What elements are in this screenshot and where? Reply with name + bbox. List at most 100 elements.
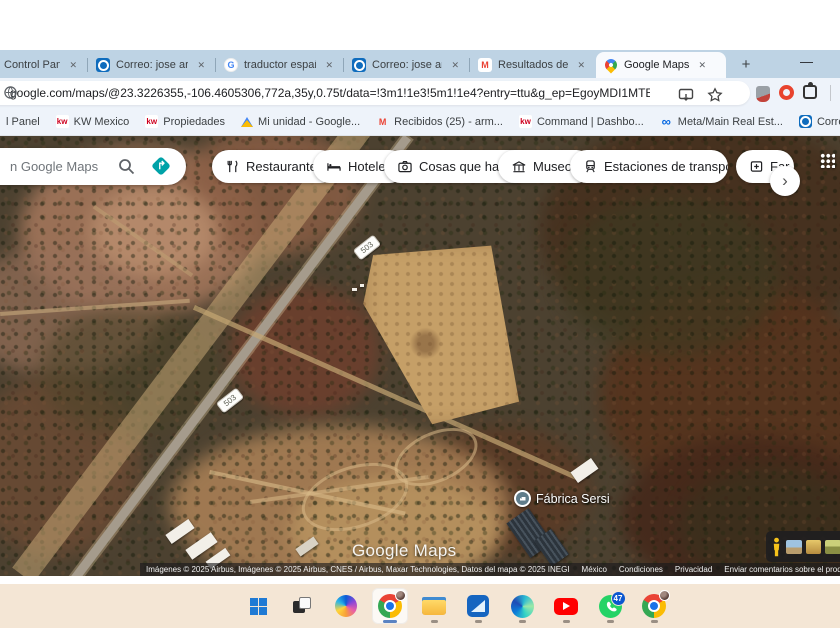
tab-close-icon[interactable]: ✕	[695, 58, 709, 73]
task-view-button[interactable]	[284, 588, 320, 624]
tab-correo-2[interactable]: Correo: jose armand ✕	[343, 52, 470, 78]
tab-title: Resultados de búsq	[498, 59, 569, 71]
link-privacidad[interactable]: Privacidad	[675, 565, 712, 574]
tab-close-icon[interactable]: ✕	[322, 58, 336, 73]
poi-label: Fábrica Sersi	[536, 491, 610, 506]
imagery-thumbnail-tray[interactable]	[766, 531, 840, 562]
youtube-icon	[554, 597, 578, 615]
site-info-icon[interactable]	[4, 86, 17, 99]
bookmark-star-icon[interactable]	[707, 87, 723, 103]
bookmark-label: Command | Dashbo...	[536, 115, 644, 128]
google-maps-pin-icon	[602, 56, 620, 74]
bookmark-label: KW Mexico	[73, 115, 130, 128]
vehicle	[352, 288, 357, 291]
bookmark-command-dashboard[interactable]: kw Command | Dashbo...	[518, 115, 644, 128]
extensions-puzzle-icon[interactable]	[803, 82, 817, 99]
google-apps-grid-icon[interactable]	[820, 153, 835, 168]
tab-title: Correo: jose armand	[116, 59, 189, 71]
windows-taskbar: 47 ^ ⟳	[0, 584, 840, 628]
camera-icon	[398, 161, 412, 173]
adblock-extension-icon[interactable]	[779, 85, 794, 100]
link-mexico[interactable]: México	[582, 565, 607, 574]
file-explorer-icon	[422, 596, 446, 616]
blue-app-button[interactable]	[460, 588, 496, 624]
google-drive-icon	[241, 116, 254, 127]
link-enviar-comentarios[interactable]: Enviar comentarios sobre el producto	[724, 565, 840, 574]
address-bar[interactable]: google.com/maps/@23.3226355,-106.4605306…	[0, 81, 750, 105]
copilot-button[interactable]	[328, 588, 364, 624]
bookmark-label: Correo - armandogt...	[816, 115, 840, 128]
bookmark-label: l Panel	[6, 115, 40, 128]
window-minimize-button[interactable]: —	[800, 54, 813, 69]
tab-correo-1[interactable]: Correo: jose armand ✕	[87, 52, 216, 78]
bookmark-gmail-inbox[interactable]: M Recibidos (25) - arm...	[376, 115, 503, 128]
screenshot-root: Control Panel ✕ Correo: jose armand ✕ G …	[0, 0, 840, 630]
file-explorer-button[interactable]	[416, 588, 452, 624]
start-button[interactable]	[240, 588, 276, 624]
pharmacy-icon	[750, 161, 763, 172]
windows-logo-icon	[249, 597, 267, 615]
photo-thumbnail[interactable]	[825, 539, 840, 554]
bookmark-control-panel[interactable]: l Panel	[6, 116, 40, 128]
new-tab-button[interactable]: +	[734, 52, 758, 76]
tab-traductor[interactable]: G traductor español i ✕	[215, 52, 344, 78]
pegman-icon[interactable]	[771, 536, 782, 558]
bookmark-label: Mi unidad - Google...	[258, 115, 361, 128]
gmail-icon: M	[378, 116, 387, 127]
kw-icon: kw	[145, 115, 159, 128]
chip-estaciones-transporte[interactable]: Estaciones de transport...	[570, 150, 728, 183]
browser-tab-strip: Control Panel ✕ Correo: jose armand ✕ G …	[0, 50, 840, 78]
tab-close-icon[interactable]: ✕	[574, 58, 588, 73]
antivirus-extension-icon[interactable]	[756, 86, 770, 102]
chip-scroll-right-button[interactable]: ›	[770, 166, 800, 196]
tab-close-icon[interactable]: ✕	[66, 58, 80, 73]
bookmark-correo[interactable]: Correo - armandogt...	[798, 115, 840, 128]
map-attribution-bar: Imágenes © 2025 Airbus, Imágenes © 2025 …	[140, 563, 840, 576]
tab-close-icon[interactable]: ✕	[194, 58, 208, 73]
send-to-device-icon[interactable]	[678, 87, 694, 103]
chrome-second-profile-button[interactable]	[636, 588, 672, 624]
copilot-icon	[335, 595, 357, 617]
tab-title: Google Maps	[624, 59, 690, 71]
whatsapp-button[interactable]: 47	[592, 588, 628, 624]
youtube-button[interactable]	[548, 588, 584, 624]
outlook-icon	[798, 115, 812, 128]
bookmark-drive[interactable]: Mi unidad - Google...	[241, 116, 360, 128]
imagery-credits: Imágenes © 2025 Airbus, Imágenes © 2025 …	[146, 565, 570, 574]
photo-thumbnail[interactable]	[805, 539, 822, 554]
poi-fabrica-sersi[interactable]: Fábrica Sersi	[514, 490, 610, 507]
edge-icon	[510, 594, 534, 618]
tab-google-maps-active[interactable]: Google Maps ✕	[596, 52, 726, 78]
photo-thumbnail[interactable]	[786, 539, 802, 554]
profile-avatar-badge	[659, 590, 670, 601]
taskbar-app-icons: 47	[240, 588, 672, 624]
kw-icon: kw	[55, 115, 69, 128]
tab-title: Correo: jose armand	[372, 59, 442, 71]
bookmark-propiedades[interactable]: kw Propiedades	[145, 115, 225, 128]
vehicle	[360, 284, 364, 287]
chrome-taskbar-button-active[interactable]	[372, 588, 408, 624]
task-view-icon	[292, 597, 312, 615]
google-maps-watermark: Google Maps	[352, 541, 457, 560]
factory-poi-pin-icon[interactable]	[514, 490, 531, 507]
tab-resultados[interactable]: M Resultados de búsq ✕	[469, 52, 596, 78]
bookmark-kw-mexico[interactable]: kw KW Mexico	[55, 115, 130, 128]
outlook-icon	[96, 58, 110, 72]
edge-button[interactable]	[504, 588, 540, 624]
running-indicator	[562, 620, 570, 623]
google-icon: G	[224, 58, 238, 72]
tab-control-panel[interactable]: Control Panel ✕	[0, 52, 88, 78]
tab-close-icon[interactable]: ✕	[448, 58, 462, 73]
link-condiciones[interactable]: Condiciones	[619, 565, 663, 574]
meta-icon: ∞	[661, 114, 671, 129]
bookmark-label: Meta/Main Real Est...	[677, 115, 783, 128]
bookmark-meta[interactable]: ∞ Meta/Main Real Est...	[660, 114, 783, 129]
tab-title: Control Panel	[4, 59, 61, 71]
satellite-map-canvas[interactable]: 503 503 Fábrica Sersi Google Maps n Goog…	[0, 136, 840, 576]
train-icon	[586, 160, 595, 173]
browser-toolbar: google.com/maps/@23.3226355,-106.4605306…	[0, 78, 840, 108]
category-chip-row: Restaurantes Hoteles Cosas que hacer Mus…	[0, 150, 840, 196]
chip-label: Restaurantes	[246, 159, 324, 174]
chip-label: Estaciones de transport...	[604, 159, 728, 174]
toolbar-separator	[830, 85, 831, 101]
